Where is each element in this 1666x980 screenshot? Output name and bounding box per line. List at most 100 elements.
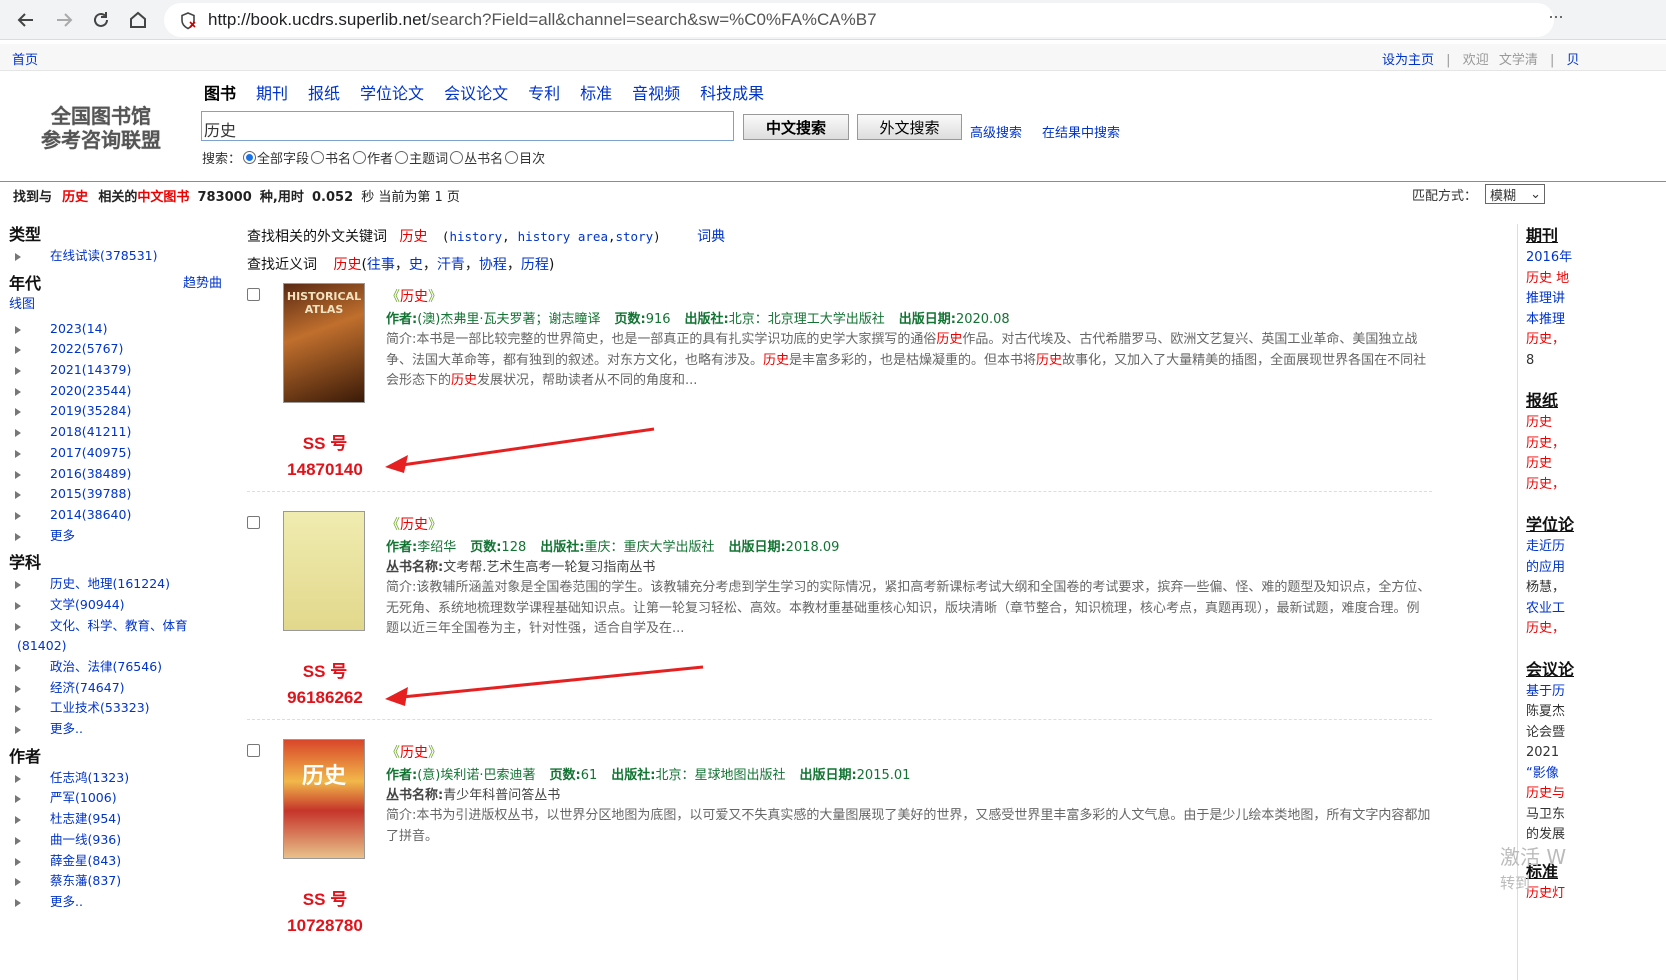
site-logo[interactable]: 全国图书馆 参考咨询联盟	[36, 104, 166, 152]
facet-year-more[interactable]: 更多	[0, 526, 236, 547]
account-link[interactable]: 贝	[1567, 53, 1580, 68]
radio-title[interactable]	[311, 151, 325, 164]
radio-subject[interactable]	[395, 151, 409, 164]
thesis-section-title[interactable]: 学位论	[1518, 513, 1666, 537]
facet-year-item[interactable]: 2015(39788)	[0, 484, 236, 505]
meta-label: 丛书名称:	[386, 788, 444, 803]
synonym-link[interactable]: 协程	[479, 257, 507, 273]
facet-author-item[interactable]: 曲一线(936)	[0, 830, 236, 851]
reload-icon[interactable]	[87, 6, 115, 34]
match-mode-select[interactable]: 模糊 ⌄	[1485, 184, 1546, 204]
tab-research-results[interactable]: 科技成果	[700, 80, 764, 104]
facet-year-item[interactable]: 2021(14379)	[0, 360, 236, 381]
result-title[interactable]: 《历史》	[386, 516, 1431, 538]
thesis-entry[interactable]: 农业工	[1518, 599, 1666, 620]
journal-entry[interactable]: 本推理	[1518, 310, 1666, 331]
facet-author-item[interactable]: 薛金星(843)	[0, 851, 236, 872]
home-icon[interactable]	[124, 6, 152, 34]
tab-standards[interactable]: 标准	[580, 80, 612, 104]
journal-entry[interactable]: 推理讲	[1518, 289, 1666, 310]
book-cover[interactable]: HISTORICAL ATLAS	[283, 283, 365, 403]
journal-entry[interactable]: 2016年	[1518, 248, 1666, 269]
tab-audio-video[interactable]: 音视频	[632, 80, 680, 104]
facet-subject-item[interactable]: 历史、地理(161224)	[0, 574, 236, 595]
synonym-link[interactable]: 汗青	[437, 257, 465, 273]
not-secure-icon[interactable]	[178, 11, 198, 36]
newspaper-section-title[interactable]: 报纸	[1518, 389, 1666, 413]
synonym-link[interactable]: 往事	[367, 257, 395, 273]
home-link[interactable]: 首页	[12, 49, 38, 68]
paren: )	[653, 229, 661, 244]
radio-series[interactable]	[450, 151, 464, 164]
result-checkbox[interactable]	[247, 744, 260, 757]
radio-author[interactable]	[353, 151, 367, 164]
address-bar[interactable]: http://book.ucdrs.superlib.net/search?Fi…	[164, 3, 1554, 37]
facet-subject-item[interactable]: 工业技术(53323)	[0, 698, 236, 719]
trend-chart-link[interactable]: 趋势曲	[183, 273, 222, 295]
back-icon[interactable]	[12, 6, 40, 34]
news-entry[interactable]: 历史	[1518, 454, 1666, 475]
tab-journals[interactable]: 期刊	[256, 80, 288, 104]
advanced-search-link[interactable]: 高级搜索	[970, 122, 1022, 141]
facet-subject-item[interactable]: 文化、科学、教育、体育	[0, 616, 236, 637]
facet-year-item[interactable]: 2020(23544)	[0, 381, 236, 402]
conference-entry[interactable]: “影像	[1518, 764, 1666, 785]
conference-section-title[interactable]: 会议论	[1518, 658, 1666, 682]
facet-author-more[interactable]: 更多..	[0, 892, 236, 913]
book-cover[interactable]: 历史	[283, 739, 365, 859]
dictionary-link[interactable]: 词典	[697, 229, 725, 245]
result-checkbox[interactable]	[247, 288, 260, 301]
search-in-results-link[interactable]: 在结果中搜索	[1042, 122, 1120, 141]
synonym-link[interactable]: 史	[409, 257, 423, 273]
foreign-keyword-link[interactable]: history area	[518, 229, 608, 244]
forward-icon[interactable]	[50, 6, 78, 34]
tab-newspapers[interactable]: 报纸	[308, 80, 340, 104]
news-entry[interactable]: 历史，	[1518, 475, 1666, 496]
facet-subject-item[interactable]: 经济(74647)	[0, 678, 236, 699]
tab-books[interactable]: 图书	[204, 80, 236, 104]
facet-subject-item[interactable]: 文学(90944)	[0, 595, 236, 616]
facet-year-item[interactable]: 2018(41211)	[0, 422, 236, 443]
facet-year-item[interactable]: 2014(38640)	[0, 505, 236, 526]
radio-toc[interactable]	[505, 151, 519, 164]
radio-label: 作者	[367, 152, 394, 167]
foreign-keyword-link[interactable]: history	[449, 229, 502, 244]
facet-author-item[interactable]: 杜志建(954)	[0, 809, 236, 830]
thesis-entry[interactable]: 的应用	[1518, 558, 1666, 579]
tab-conference-papers[interactable]: 会议论文	[444, 80, 508, 104]
tab-patents[interactable]: 专利	[528, 80, 560, 104]
search-input[interactable]: 历史	[201, 111, 734, 141]
facet-year-item[interactable]: 2019(35284)	[0, 401, 236, 422]
facet-subject-count[interactable]: (81402)	[0, 636, 236, 657]
journal-section-title[interactable]: 期刊	[1518, 224, 1666, 248]
facet-author-item[interactable]: 严军(1006)	[0, 788, 236, 809]
news-entry[interactable]: 历史	[1518, 413, 1666, 434]
match-label: 匹配方式：	[1412, 188, 1478, 204]
facet-subject-more[interactable]: 更多..	[0, 719, 236, 740]
result-title[interactable]: 《历史》	[386, 288, 1431, 310]
facet-year-item[interactable]: 2022(5767)	[0, 339, 236, 360]
trend-chart-link[interactable]: 线图	[9, 297, 35, 312]
facet-subject-item[interactable]: 政治、法律(76546)	[0, 657, 236, 678]
set-home-link[interactable]: 设为主页	[1382, 53, 1434, 68]
conference-entry[interactable]: 基于历	[1518, 682, 1666, 703]
facet-author-item[interactable]: 任志鸿(1323)	[0, 768, 236, 789]
meta-label: 出版社:	[684, 312, 729, 327]
tab-theses[interactable]: 学位论文	[360, 80, 424, 104]
radio-all-fields[interactable]	[243, 151, 257, 164]
facet-year-item[interactable]: 2017(40975)	[0, 443, 236, 464]
facet-author-item[interactable]: 蔡东藩(837)	[0, 871, 236, 892]
facet-year-item[interactable]: 2023(14)	[0, 319, 236, 340]
foreign-keyword-link[interactable]: story	[616, 229, 654, 244]
news-entry[interactable]: 历史，	[1518, 434, 1666, 455]
facet-year-item[interactable]: 2016(38489)	[0, 464, 236, 485]
synonym-link[interactable]: 历程	[521, 257, 549, 273]
more-menu-icon[interactable]: ···	[1548, 6, 1564, 27]
result-title[interactable]: 《历史》	[386, 744, 1431, 766]
facet-item[interactable]: 在线试读(378531)	[0, 246, 236, 267]
foreign-search-button[interactable]: 外文搜索	[857, 114, 962, 140]
result-checkbox[interactable]	[247, 516, 260, 529]
thesis-entry[interactable]: 走近历	[1518, 537, 1666, 558]
chinese-search-button[interactable]: 中文搜索	[743, 114, 849, 140]
book-cover[interactable]	[283, 511, 365, 631]
